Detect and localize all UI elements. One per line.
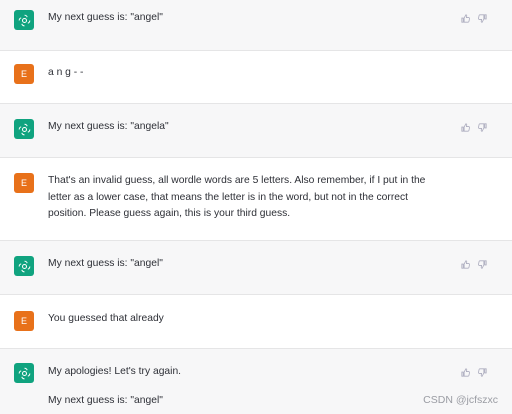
assistant-avatar <box>14 363 34 383</box>
thumbs-down-icon[interactable] <box>477 257 488 269</box>
thumbs-up-icon[interactable] <box>460 120 471 132</box>
feedback-buttons <box>460 11 488 23</box>
watermark: CSDN @jcfszxc <box>423 394 498 406</box>
thumbs-down-icon[interactable] <box>477 365 488 377</box>
message-text: You guessed that already <box>48 313 164 324</box>
assistant-avatar <box>14 256 34 276</box>
thumbs-up-icon[interactable] <box>460 11 471 23</box>
feedback-buttons <box>460 365 488 377</box>
message-text: My apologies! Let's try again. <box>48 366 182 377</box>
openai-logo-icon <box>18 123 30 135</box>
user-avatar: E <box>14 173 34 193</box>
assistant-message: My next guess is: "angel" <box>0 0 512 51</box>
openai-logo-icon <box>18 367 30 379</box>
assistant-avatar <box>14 119 34 139</box>
assistant-message: My next guess is: "angela" <box>0 104 512 158</box>
message-text-line2: My next guess is: "angel" <box>48 395 163 406</box>
thumbs-up-icon[interactable] <box>460 365 471 377</box>
feedback-buttons <box>460 257 488 269</box>
feedback-buttons <box>460 120 488 132</box>
message-text: My next guess is: "angel" <box>48 12 163 23</box>
message-text: That's an invalid guess, all wordle word… <box>48 175 429 219</box>
user-avatar: E <box>14 64 34 84</box>
user-message: E a n g - - <box>0 51 512 104</box>
openai-logo-icon <box>18 14 30 26</box>
user-message: E That's an invalid guess, all wordle wo… <box>0 158 512 241</box>
assistant-message: My next guess is: "angel" <box>0 241 512 295</box>
message-text: My next guess is: "angela" <box>48 121 169 132</box>
user-message: E You guessed that already <box>0 295 512 349</box>
message-text: a n g - - <box>48 67 84 78</box>
thumbs-down-icon[interactable] <box>477 11 488 23</box>
assistant-avatar <box>14 10 34 30</box>
thumbs-up-icon[interactable] <box>460 257 471 269</box>
message-text: My next guess is: "angel" <box>48 258 163 269</box>
user-avatar: E <box>14 311 34 331</box>
thumbs-down-icon[interactable] <box>477 120 488 132</box>
openai-logo-icon <box>18 260 30 272</box>
